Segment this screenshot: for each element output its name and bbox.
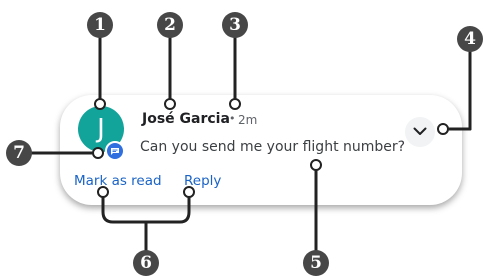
callout-7: 7 (6, 140, 32, 166)
callout-6: 6 (133, 250, 159, 276)
callout-5: 5 (303, 250, 329, 276)
callout-1: 1 (87, 12, 113, 38)
callout-lines (18, 26, 472, 264)
callout-4: 4 (457, 26, 483, 52)
callout-2: 2 (157, 12, 183, 38)
callout-3: 3 (222, 12, 248, 38)
